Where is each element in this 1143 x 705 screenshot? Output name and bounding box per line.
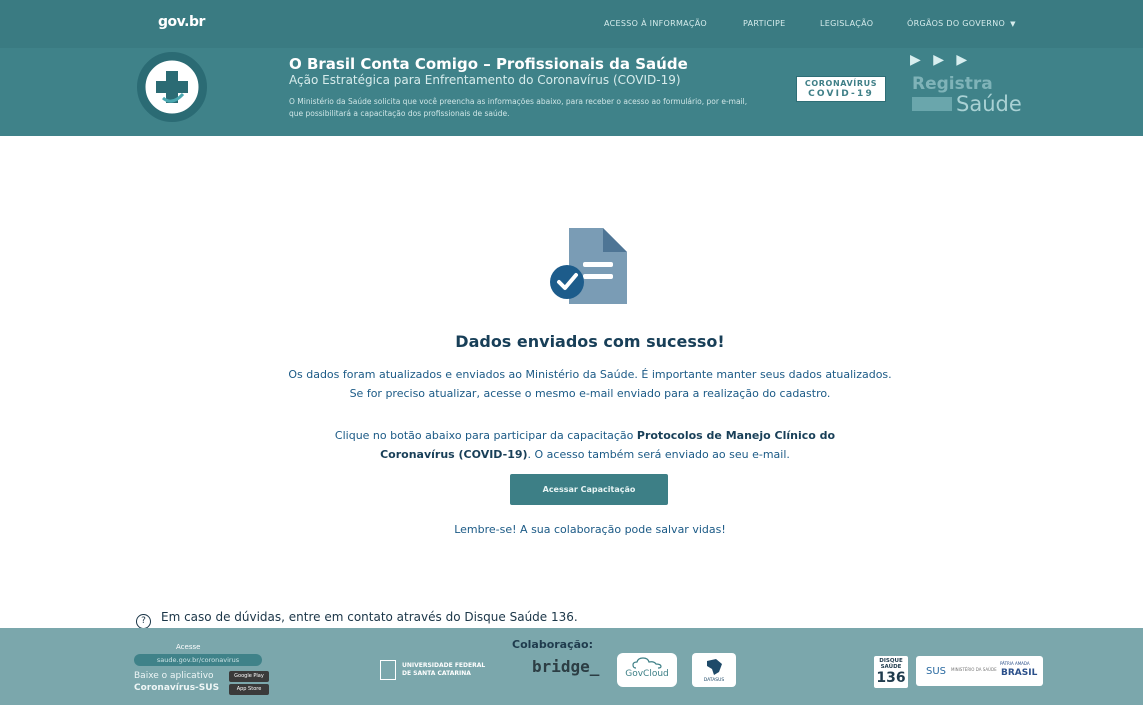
footer-url-link[interactable]: saude.gov.br/coronavirus bbox=[134, 654, 262, 666]
coronavirus-covid19-badge: CORONAVÍRUS COVID-19 bbox=[796, 76, 886, 102]
success-title: Dados enviados com sucesso! bbox=[455, 332, 725, 351]
government-logos: SUS MINISTÉRIO DA SAÚDE PÁTRIA AMADA BRA… bbox=[916, 656, 1043, 686]
nav-orgaos-do-governo[interactable]: ÓRGÃOS DO GOVERNO ▼ bbox=[907, 19, 1016, 28]
govcloud-label: GovCloud bbox=[625, 669, 669, 679]
saude-label: Saúde bbox=[956, 92, 1022, 116]
sus-logo: SUS bbox=[926, 666, 947, 677]
brasil-logo: BRASIL bbox=[1001, 668, 1038, 678]
chevron-down-icon: ▼ bbox=[1010, 20, 1016, 28]
training-text-post: . O acesso também será enviado ao seu e-… bbox=[527, 448, 790, 461]
footer-app-name: Coronavírus-SUS bbox=[134, 683, 220, 693]
training-text-pre: Clique no botão abaixo para participar d… bbox=[334, 429, 637, 442]
footer-acesse-label: Acesse bbox=[176, 643, 201, 651]
cloud-icon bbox=[632, 657, 662, 669]
ufsc-crest-icon bbox=[380, 660, 396, 680]
update-info-line-2: Se for preciso atualizar, acesse o mesmo… bbox=[349, 387, 831, 400]
main-content: Dados enviados com sucesso! Os dados for… bbox=[0, 136, 1143, 629]
ufsc-logo: UNIVERSIDADE FEDERAL DE SANTA CATARINA bbox=[380, 660, 485, 680]
collaboration-label: Colaboração: bbox=[512, 638, 594, 651]
arrows-icon: ▶ ▶ ▶ bbox=[910, 52, 972, 68]
registra-label: Registra bbox=[912, 74, 993, 94]
footer-download-label: Baixe o aplicativo bbox=[134, 671, 214, 681]
disque-label: DISQUE SAÚDE bbox=[879, 658, 903, 670]
header-title: O Brasil Conta Comigo – Profissionais da… bbox=[289, 55, 688, 73]
nav-participe[interactable]: PARTICIPE bbox=[743, 19, 786, 28]
ufsc-line-1: UNIVERSIDADE FEDERAL bbox=[402, 662, 486, 669]
govcloud-logo: GovCloud bbox=[617, 653, 677, 687]
ministerio-logo: MINISTÉRIO DA SAÚDE bbox=[951, 667, 997, 672]
bridge-logo: bridge_ bbox=[532, 657, 600, 676]
govbr-logo[interactable]: gov.br bbox=[158, 14, 205, 30]
help-text: Em caso de dúvidas, entre em contato atr… bbox=[161, 610, 578, 624]
question-circle-icon: ? bbox=[136, 614, 151, 629]
patria-amada-label: PÁTRIA AMADA bbox=[1000, 661, 1030, 666]
campaign-seal-logo bbox=[137, 52, 207, 122]
training-name-bold-1: Protocolos de Manejo Clínico do bbox=[636, 429, 836, 442]
nav-orgaos-label: ÓRGÃOS DO GOVERNO bbox=[907, 19, 1006, 28]
rh-block-icon bbox=[912, 97, 952, 111]
update-info-paragraph: Os dados foram atualizados e enviados ao… bbox=[0, 365, 1143, 403]
nav-legislacao[interactable]: LEGISLAÇÃO bbox=[820, 19, 873, 28]
badge-line-2: COVID-19 bbox=[808, 89, 874, 99]
reminder-text: Lembre-se! A sua colaboração pode salvar… bbox=[454, 523, 726, 536]
datasus-label: DATASUS bbox=[703, 678, 725, 683]
document-check-icon bbox=[550, 228, 627, 304]
training-name-bold-2: Coronavírus (COVID-19) bbox=[380, 448, 528, 461]
help-line: ? Em caso de dúvidas, entre em contato at… bbox=[136, 610, 578, 629]
nav-acesso-informacao[interactable]: ACESSO À INFORMAÇÃO bbox=[604, 19, 707, 28]
header-description: O Ministério da Saúde solicita que você … bbox=[289, 97, 748, 118]
training-info-paragraph: Clique no botão abaixo para participar d… bbox=[0, 426, 1143, 464]
registra-saude-logo: ▶ ▶ ▶ Registra Saúde bbox=[910, 52, 1030, 122]
badge-line-1: CORONAVÍRUS bbox=[804, 79, 878, 88]
app-store-badge[interactable]: App Store bbox=[229, 684, 269, 695]
gov-top-bar: gov.br ACESSO À INFORMAÇÃO PARTICIPE LEG… bbox=[0, 0, 1143, 48]
header-subtitle: Ação Estratégica para Enfrentamento do C… bbox=[289, 73, 681, 87]
ufsc-line-2: DE SANTA CATARINA bbox=[402, 670, 471, 677]
update-info-line-1: Os dados foram atualizados e enviados ao… bbox=[288, 368, 892, 381]
google-play-badge[interactable]: Google Play bbox=[229, 671, 269, 682]
brazil-map-icon bbox=[707, 659, 722, 675]
datasus-logo: DATASUS bbox=[692, 653, 736, 687]
disque-number: 136 bbox=[876, 670, 906, 686]
campaign-seal-graphic bbox=[139, 54, 205, 120]
disque-saude-logo: DISQUE SAÚDE 136 bbox=[874, 656, 908, 688]
access-training-button[interactable]: Acessar Capacitação bbox=[510, 474, 668, 505]
